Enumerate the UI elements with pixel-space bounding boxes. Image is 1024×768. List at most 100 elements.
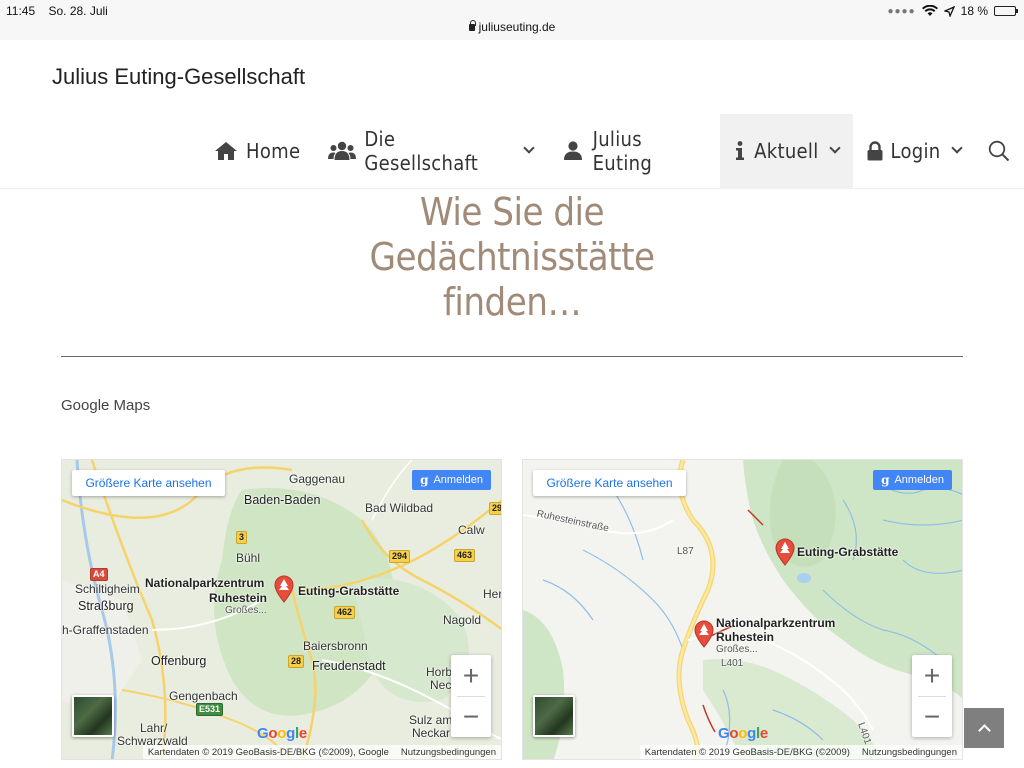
place-label: Euting-Grabstätte xyxy=(298,584,400,598)
place-label: Sulz am xyxy=(409,713,453,727)
zoom-in-button[interactable]: + xyxy=(912,655,952,696)
address-bar[interactable]: juliuseuting.de xyxy=(0,20,1024,34)
nav-label-login: Login xyxy=(890,139,941,163)
site-title[interactable]: Julius Euting-Gesellschaft xyxy=(52,64,305,90)
home-icon xyxy=(214,140,238,162)
zoom-out-button[interactable]: − xyxy=(912,696,952,737)
place-label: Neckar xyxy=(412,726,451,740)
satellite-toggle[interactable] xyxy=(533,695,575,737)
battery-percent: 18 % xyxy=(960,4,988,18)
page-title-line: Wie Sie die xyxy=(419,190,605,234)
main-nav: Home Die Gesellschaft Julius Euting Aktu… xyxy=(200,114,1024,188)
larger-map-link[interactable]: Größere Karte ansehen xyxy=(533,470,686,496)
google-g-icon: g xyxy=(420,473,429,487)
status-date: So. 28. Juli xyxy=(48,4,108,18)
place-label: Lahr/ xyxy=(140,721,168,735)
map-marker-icon[interactable] xyxy=(693,620,715,648)
google-g-icon: g xyxy=(881,473,890,487)
nav-item-die-gesellschaft[interactable]: Die Gesellschaft xyxy=(314,114,547,188)
place-label: Großes... xyxy=(225,605,267,616)
url-text: juliuseuting.de xyxy=(478,20,556,34)
status-indicators: ●●●● 18 % xyxy=(887,4,1018,18)
signin-label: Anmelden xyxy=(433,474,483,486)
place-label: Calw xyxy=(458,523,485,537)
status-time-date: 11:45 So. 28. Juli xyxy=(6,4,118,18)
nav-item-julius-euting[interactable]: Julius Euting xyxy=(547,114,720,188)
page-title-line: Gedächtnisstätte xyxy=(369,235,655,279)
map-regional[interactable]: Gaggenau Baden-Baden Bad Wildbad Calw Bü… xyxy=(61,459,502,760)
zoom-control: + − xyxy=(912,655,952,737)
place-label: Nagold xyxy=(443,613,482,627)
place-label: Nationalparkzentrum xyxy=(145,576,265,590)
place-label: Schiltigheim xyxy=(75,582,140,596)
header-divider xyxy=(0,188,1024,189)
nav-item-login[interactable]: Login xyxy=(853,114,975,188)
google-logo-letter: e xyxy=(759,725,768,742)
chevron-down-icon xyxy=(523,142,535,154)
section-divider xyxy=(61,356,963,357)
location-arrow-icon xyxy=(943,5,955,17)
zoom-separator xyxy=(918,696,946,697)
place-label: Baden-Baden xyxy=(244,493,321,507)
road-shield: 463 xyxy=(454,549,476,562)
road-shield: 294 xyxy=(489,502,501,515)
terms-link[interactable]: Nutzungsbedingungen xyxy=(401,747,496,758)
map-marker-icon[interactable] xyxy=(774,538,796,566)
road-shield: 294 xyxy=(389,550,411,563)
google-logo-letter: e xyxy=(298,725,307,742)
attribution-text: Kartendaten © 2019 GeoBasis-DE/BKG (©200… xyxy=(147,746,389,758)
nav-item-home[interactable]: Home xyxy=(200,114,314,188)
zoom-separator xyxy=(457,696,485,697)
place-label: Offenburg xyxy=(151,654,207,668)
google-logo: Google xyxy=(718,725,768,742)
google-logo-letter: o xyxy=(729,725,739,742)
google-logo: Google xyxy=(257,725,307,742)
nav-label-aktuell: Aktuell xyxy=(754,139,819,163)
nav-item-aktuell[interactable]: Aktuell xyxy=(720,114,853,188)
road-shield: 3 xyxy=(236,531,248,544)
satellite-toggle[interactable] xyxy=(72,695,114,737)
signal-dots-icon: ●●●● xyxy=(887,5,916,17)
place-label: Bad Wildbad xyxy=(365,501,434,515)
zoom-control: + − xyxy=(451,655,491,737)
place-label: Ruhestein xyxy=(209,591,268,605)
attribution-text: Kartendaten © 2019 GeoBasis-DE/BKG (©200… xyxy=(644,746,850,758)
place-label: Gaggenau xyxy=(289,472,346,486)
search-button[interactable] xyxy=(975,114,1024,188)
chevron-down-icon xyxy=(828,142,841,154)
google-logo-letter: o xyxy=(738,725,748,742)
street-label: L401 xyxy=(721,658,744,669)
status-time: 11:45 xyxy=(6,4,36,18)
google-signin-button[interactable]: g Anmelden xyxy=(873,470,952,490)
google-signin-button[interactable]: g Anmelden xyxy=(412,470,491,490)
section-label-google-maps: Google Maps xyxy=(61,397,151,414)
users-icon xyxy=(328,140,357,162)
place-label: Ruhestein xyxy=(716,630,775,644)
google-logo-letter: o xyxy=(277,725,287,742)
lock-icon xyxy=(468,20,476,31)
google-logo-letter: g xyxy=(747,725,756,742)
user-icon xyxy=(561,140,585,162)
place-label: Baiersbronn xyxy=(303,639,368,653)
larger-map-link[interactable]: Größere Karte ansehen xyxy=(72,470,225,496)
search-icon xyxy=(989,140,1010,162)
google-logo-letter: G xyxy=(718,725,730,742)
page-title-line: finden… xyxy=(442,280,582,324)
zoom-in-button[interactable]: + xyxy=(451,655,491,696)
google-logo-letter: G xyxy=(257,725,269,742)
terms-link[interactable]: Nutzungsbedingungen xyxy=(862,747,957,758)
road-shield: 28 xyxy=(288,655,305,668)
map-detail[interactable]: Ruhesteinstraße L87 Euting-Grabstätte Na… xyxy=(522,459,963,760)
map-marker-icon[interactable] xyxy=(273,575,295,603)
zoom-out-button[interactable]: − xyxy=(451,696,491,737)
place-label: h-Graffenstaden xyxy=(62,623,149,637)
place-label: Gengenbach xyxy=(169,689,238,703)
google-logo-letter: o xyxy=(268,725,278,742)
back-to-top-button[interactable] xyxy=(964,708,1004,748)
chevron-down-icon xyxy=(950,142,963,154)
place-label: Freudenstadt xyxy=(312,659,386,673)
nav-label-julius-euting: Julius Euting xyxy=(592,127,653,175)
place-label: Straßburg xyxy=(78,599,134,613)
road-shield: E531 xyxy=(196,703,224,716)
place-label: Her xyxy=(483,587,502,601)
